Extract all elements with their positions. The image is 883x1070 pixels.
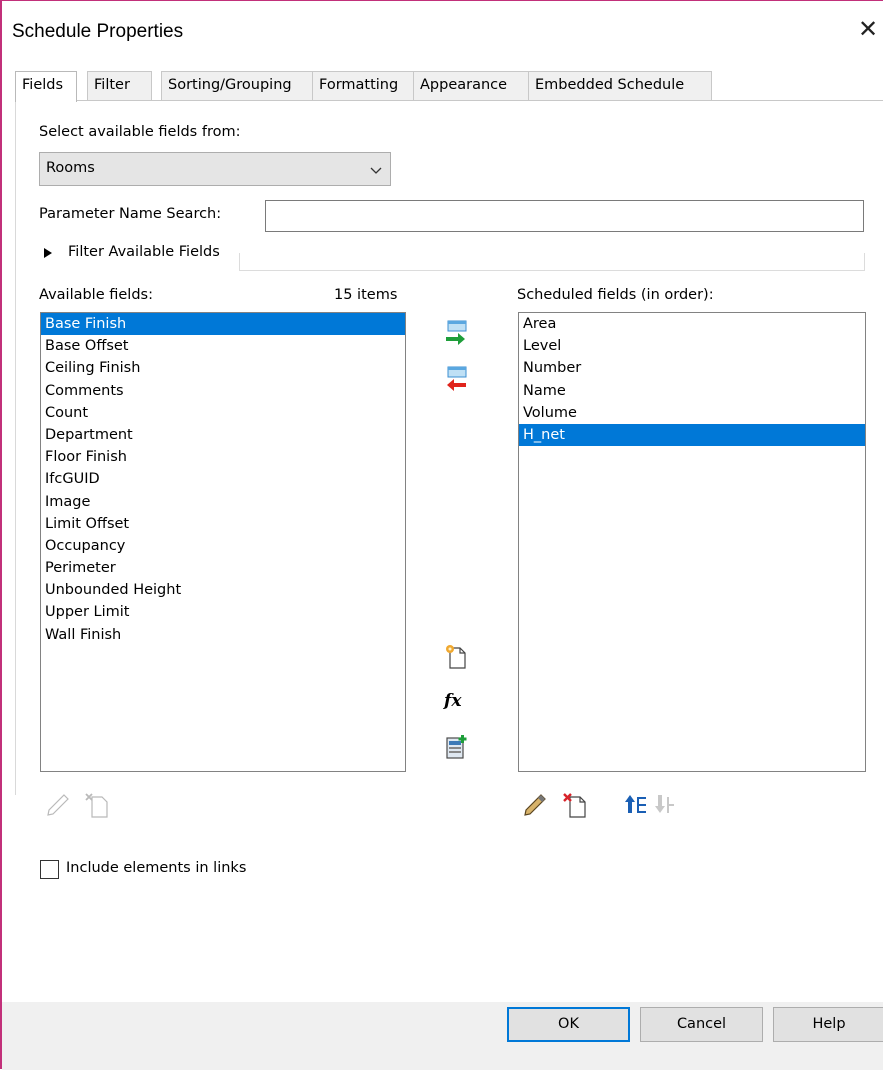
- list-item[interactable]: Level: [519, 335, 865, 357]
- tab-fields[interactable]: Fields: [15, 71, 77, 102]
- move-up-icon[interactable]: [622, 791, 650, 819]
- select-fields-from-dropdown[interactable]: Rooms: [39, 152, 391, 186]
- expand-triangle-icon: [42, 246, 54, 264]
- dialog-title: Schedule Properties: [12, 21, 184, 42]
- edit-pencil-icon[interactable]: [44, 791, 72, 819]
- list-item[interactable]: H_net: [519, 423, 865, 447]
- ok-button[interactable]: OK: [507, 1007, 630, 1042]
- list-item[interactable]: Unbounded Height: [41, 579, 405, 601]
- list-item[interactable]: Count: [41, 402, 405, 424]
- list-item[interactable]: Area: [519, 313, 865, 335]
- list-item[interactable]: Base Finish: [41, 313, 405, 336]
- tab-formatting[interactable]: Formatting: [312, 71, 416, 101]
- list-item[interactable]: Department: [41, 424, 405, 446]
- available-fields-list[interactable]: Base Finish Base Offset Ceiling Finish Comm…: [40, 312, 406, 772]
- scheduled-fields-label: Scheduled fields (in order):: [517, 287, 714, 303]
- list-item[interactable]: Name: [519, 380, 865, 402]
- dropdown-value: Rooms: [46, 160, 95, 176]
- include-links-label: Include elements in links: [66, 860, 247, 876]
- available-fields-count: 15 items: [334, 287, 398, 303]
- list-item[interactable]: Perimeter: [41, 557, 405, 579]
- new-parameter-icon[interactable]: [442, 643, 470, 671]
- available-fields-label: Available fields:: [39, 287, 153, 303]
- edit-pencil-icon[interactable]: [521, 791, 549, 819]
- tab-appearance[interactable]: Appearance: [413, 71, 530, 101]
- combine-parameters-icon[interactable]: [442, 733, 470, 761]
- parameter-search-label: Parameter Name Search:: [39, 206, 222, 222]
- list-item[interactable]: Upper Limit: [41, 601, 405, 623]
- chevron-down-icon: [370, 163, 382, 174]
- filter-group-frame: [239, 253, 865, 271]
- help-button[interactable]: Help: [773, 1007, 883, 1042]
- include-links-checkbox[interactable]: [40, 860, 59, 879]
- list-item[interactable]: Floor Finish: [41, 446, 405, 468]
- list-item[interactable]: Volume: [519, 402, 865, 424]
- tab-sorting-grouping[interactable]: Sorting/Grouping: [161, 71, 314, 101]
- filter-available-fields-label: Filter Available Fields: [68, 244, 220, 260]
- select-fields-from-label: Select available fields from:: [39, 124, 241, 140]
- list-item[interactable]: Image: [41, 491, 405, 513]
- delete-parameter-icon[interactable]: [560, 791, 588, 819]
- scheduled-fields-list[interactable]: Area Level Number Name Volume H_net: [518, 312, 866, 772]
- cancel-button[interactable]: Cancel: [640, 1007, 763, 1042]
- schedule-properties-dialog: Schedule Properties ✕ Fields Filter Sort…: [0, 0, 883, 1070]
- parameter-search-input[interactable]: [265, 200, 864, 232]
- list-item[interactable]: IfcGUID: [41, 468, 405, 490]
- tab-embedded-schedule[interactable]: Embedded Schedule: [528, 71, 712, 101]
- list-item[interactable]: Occupancy: [41, 535, 405, 557]
- close-icon[interactable]: ✕: [858, 15, 878, 43]
- list-item[interactable]: Ceiling Finish: [41, 357, 405, 379]
- remove-parameter-icon[interactable]: [442, 365, 470, 393]
- move-down-icon[interactable]: [652, 791, 680, 819]
- delete-parameter-icon[interactable]: [82, 791, 110, 819]
- list-item[interactable]: Limit Offset: [41, 513, 405, 535]
- calculated-value-icon[interactable]: fx: [444, 691, 472, 719]
- add-parameter-icon[interactable]: [442, 319, 470, 347]
- list-item[interactable]: Base Offset: [41, 335, 405, 357]
- list-item[interactable]: Number: [519, 357, 865, 379]
- list-item[interactable]: Wall Finish: [41, 624, 405, 646]
- tab-filter[interactable]: Filter: [87, 71, 152, 101]
- list-item[interactable]: Comments: [41, 380, 405, 402]
- title-bar: Schedule Properties ✕: [2, 1, 883, 63]
